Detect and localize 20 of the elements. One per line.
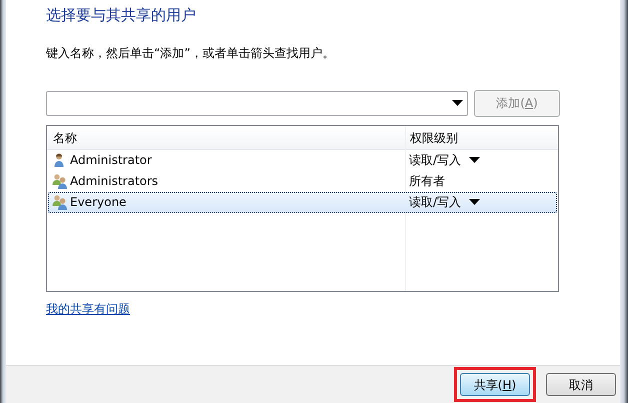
column-header[interactable]: 权限级别 <box>404 126 464 148</box>
dropdown-arrow-icon[interactable] <box>469 199 480 205</box>
share-button[interactable]: 共享(H) <box>460 373 530 396</box>
permission-level: 所有者 <box>409 173 445 190</box>
user-name: Administrators <box>70 173 158 190</box>
dropdown-arrow-icon[interactable] <box>469 157 480 163</box>
selected-row[interactable]: Everyone 读取/写入 <box>48 192 557 212</box>
user-name: Everyone <box>70 194 126 211</box>
users-icon <box>52 194 68 210</box>
user-name: Administrator <box>70 152 152 169</box>
dropdown-arrow-icon[interactable] <box>452 100 463 106</box>
instruction-text: 键入名称，然后单击“添加”，或者单击箭头查找用户。 <box>46 44 336 62</box>
permission-level: 读取/写入 <box>409 152 462 169</box>
column-header[interactable]: 名称 <box>47 126 404 148</box>
permission-level: 读取/写入 <box>409 194 462 211</box>
cancel-button[interactable]: 取消 <box>546 373 616 396</box>
help-link[interactable]: 我的共享有问题 <box>46 300 130 318</box>
users-icon <box>52 173 68 189</box>
heading: 选择要与其共享的用户 <box>46 5 197 26</box>
name-combo-field[interactable] <box>46 90 468 116</box>
